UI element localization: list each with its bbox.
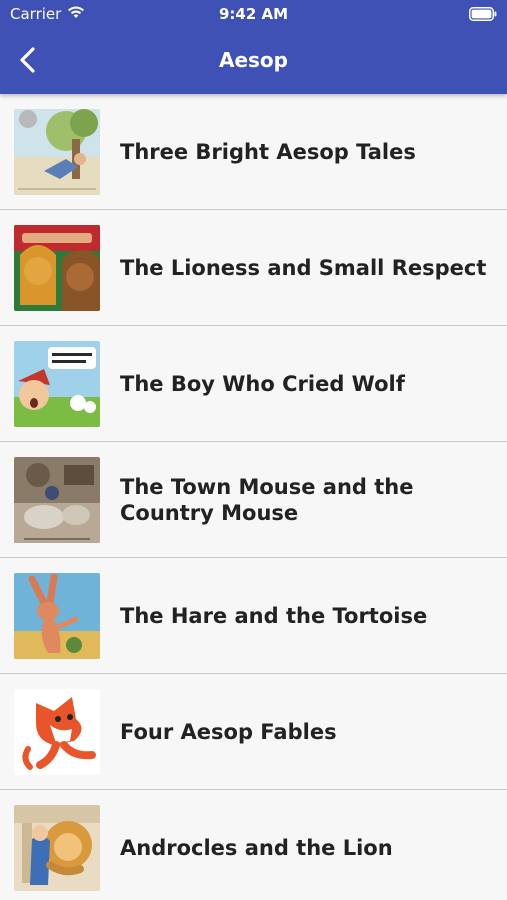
story-title: The Boy Who Cried Wolf bbox=[120, 371, 405, 396]
story-title: The Town Mouse and the Country Mouse bbox=[120, 474, 414, 525]
story-thumbnail-image bbox=[14, 456, 100, 543]
status-bar: Carrier 9:42 AM bbox=[0, 0, 507, 28]
app-bar: Carrier 9:42 AM Aesop bbox=[0, 0, 507, 94]
story-title: The Hare and the Tortoise bbox=[120, 603, 428, 628]
back-button[interactable] bbox=[12, 44, 44, 76]
story-thumbnail-image bbox=[14, 108, 100, 195]
app-screen: Carrier 9:42 AM Aesop Three Bright Aesop… bbox=[0, 0, 507, 900]
story-thumbnail-image bbox=[14, 804, 100, 891]
story-title: Four Aesop Fables bbox=[120, 719, 337, 744]
story-row[interactable]: Androcles and the Lion bbox=[0, 790, 507, 900]
story-title: Androcles and the Lion bbox=[120, 835, 393, 860]
navigation-bar: Aesop bbox=[0, 28, 507, 94]
story-thumbnail-image bbox=[14, 224, 100, 311]
story-title: Three Bright Aesop Tales bbox=[120, 139, 416, 164]
story-row[interactable]: The Town Mouse and the Country Mouse bbox=[0, 442, 507, 558]
story-row[interactable]: The Hare and the Tortoise bbox=[0, 558, 507, 674]
story-row[interactable]: Four Aesop Fables bbox=[0, 674, 507, 790]
story-thumbnail-image bbox=[14, 340, 100, 427]
story-title: The Lioness and Small Respect bbox=[120, 255, 487, 280]
story-thumbnail-image bbox=[14, 572, 100, 659]
story-list: Three Bright Aesop Tales The Lioness and… bbox=[0, 94, 507, 900]
page-title: Aesop bbox=[218, 48, 288, 72]
story-thumbnail-image bbox=[14, 688, 100, 775]
story-row[interactable]: The Boy Who Cried Wolf bbox=[0, 326, 507, 442]
battery-icon bbox=[469, 7, 497, 25]
story-row[interactable]: Three Bright Aesop Tales bbox=[0, 94, 507, 210]
story-row[interactable]: The Lioness and Small Respect bbox=[0, 210, 507, 326]
status-time: 9:42 AM bbox=[218, 5, 289, 23]
chevron-left-icon bbox=[20, 47, 35, 73]
